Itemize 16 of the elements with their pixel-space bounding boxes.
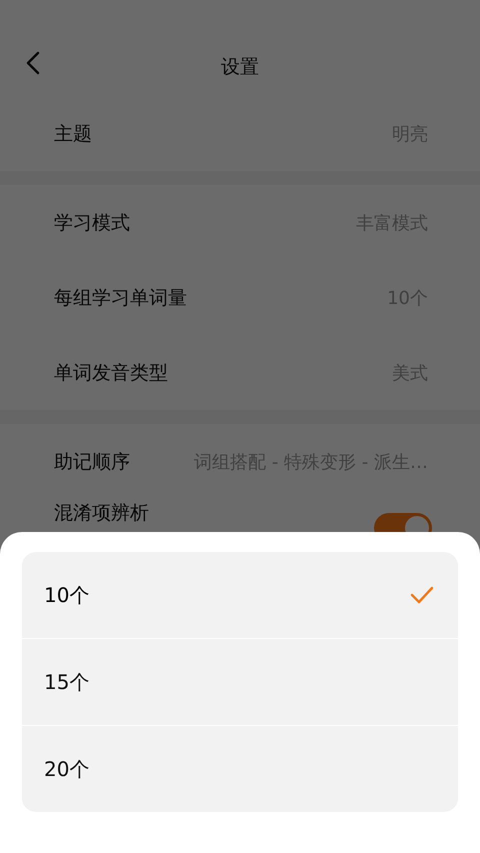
- setting-label: 混淆项辨析: [54, 503, 149, 524]
- setting-label: 单词发音类型: [54, 360, 168, 386]
- back-button[interactable]: [26, 51, 40, 75]
- option-label: 15个: [44, 668, 90, 696]
- setting-label: 助记顺序: [54, 450, 130, 474]
- option-row[interactable]: 20个: [22, 725, 458, 812]
- option-label: 10个: [44, 582, 90, 608]
- chevron-left-icon: [26, 51, 40, 75]
- option-label: 20个: [44, 756, 90, 782]
- setting-label: 主题: [54, 122, 92, 146]
- setting-label: 学习模式: [54, 210, 130, 236]
- option-row[interactable]: 10个: [22, 552, 458, 638]
- option-row[interactable]: 15个: [22, 638, 458, 725]
- page-title: 设置: [221, 55, 259, 80]
- checkmark-icon: [410, 586, 434, 604]
- setting-label: 每组学习单词量: [54, 286, 187, 310]
